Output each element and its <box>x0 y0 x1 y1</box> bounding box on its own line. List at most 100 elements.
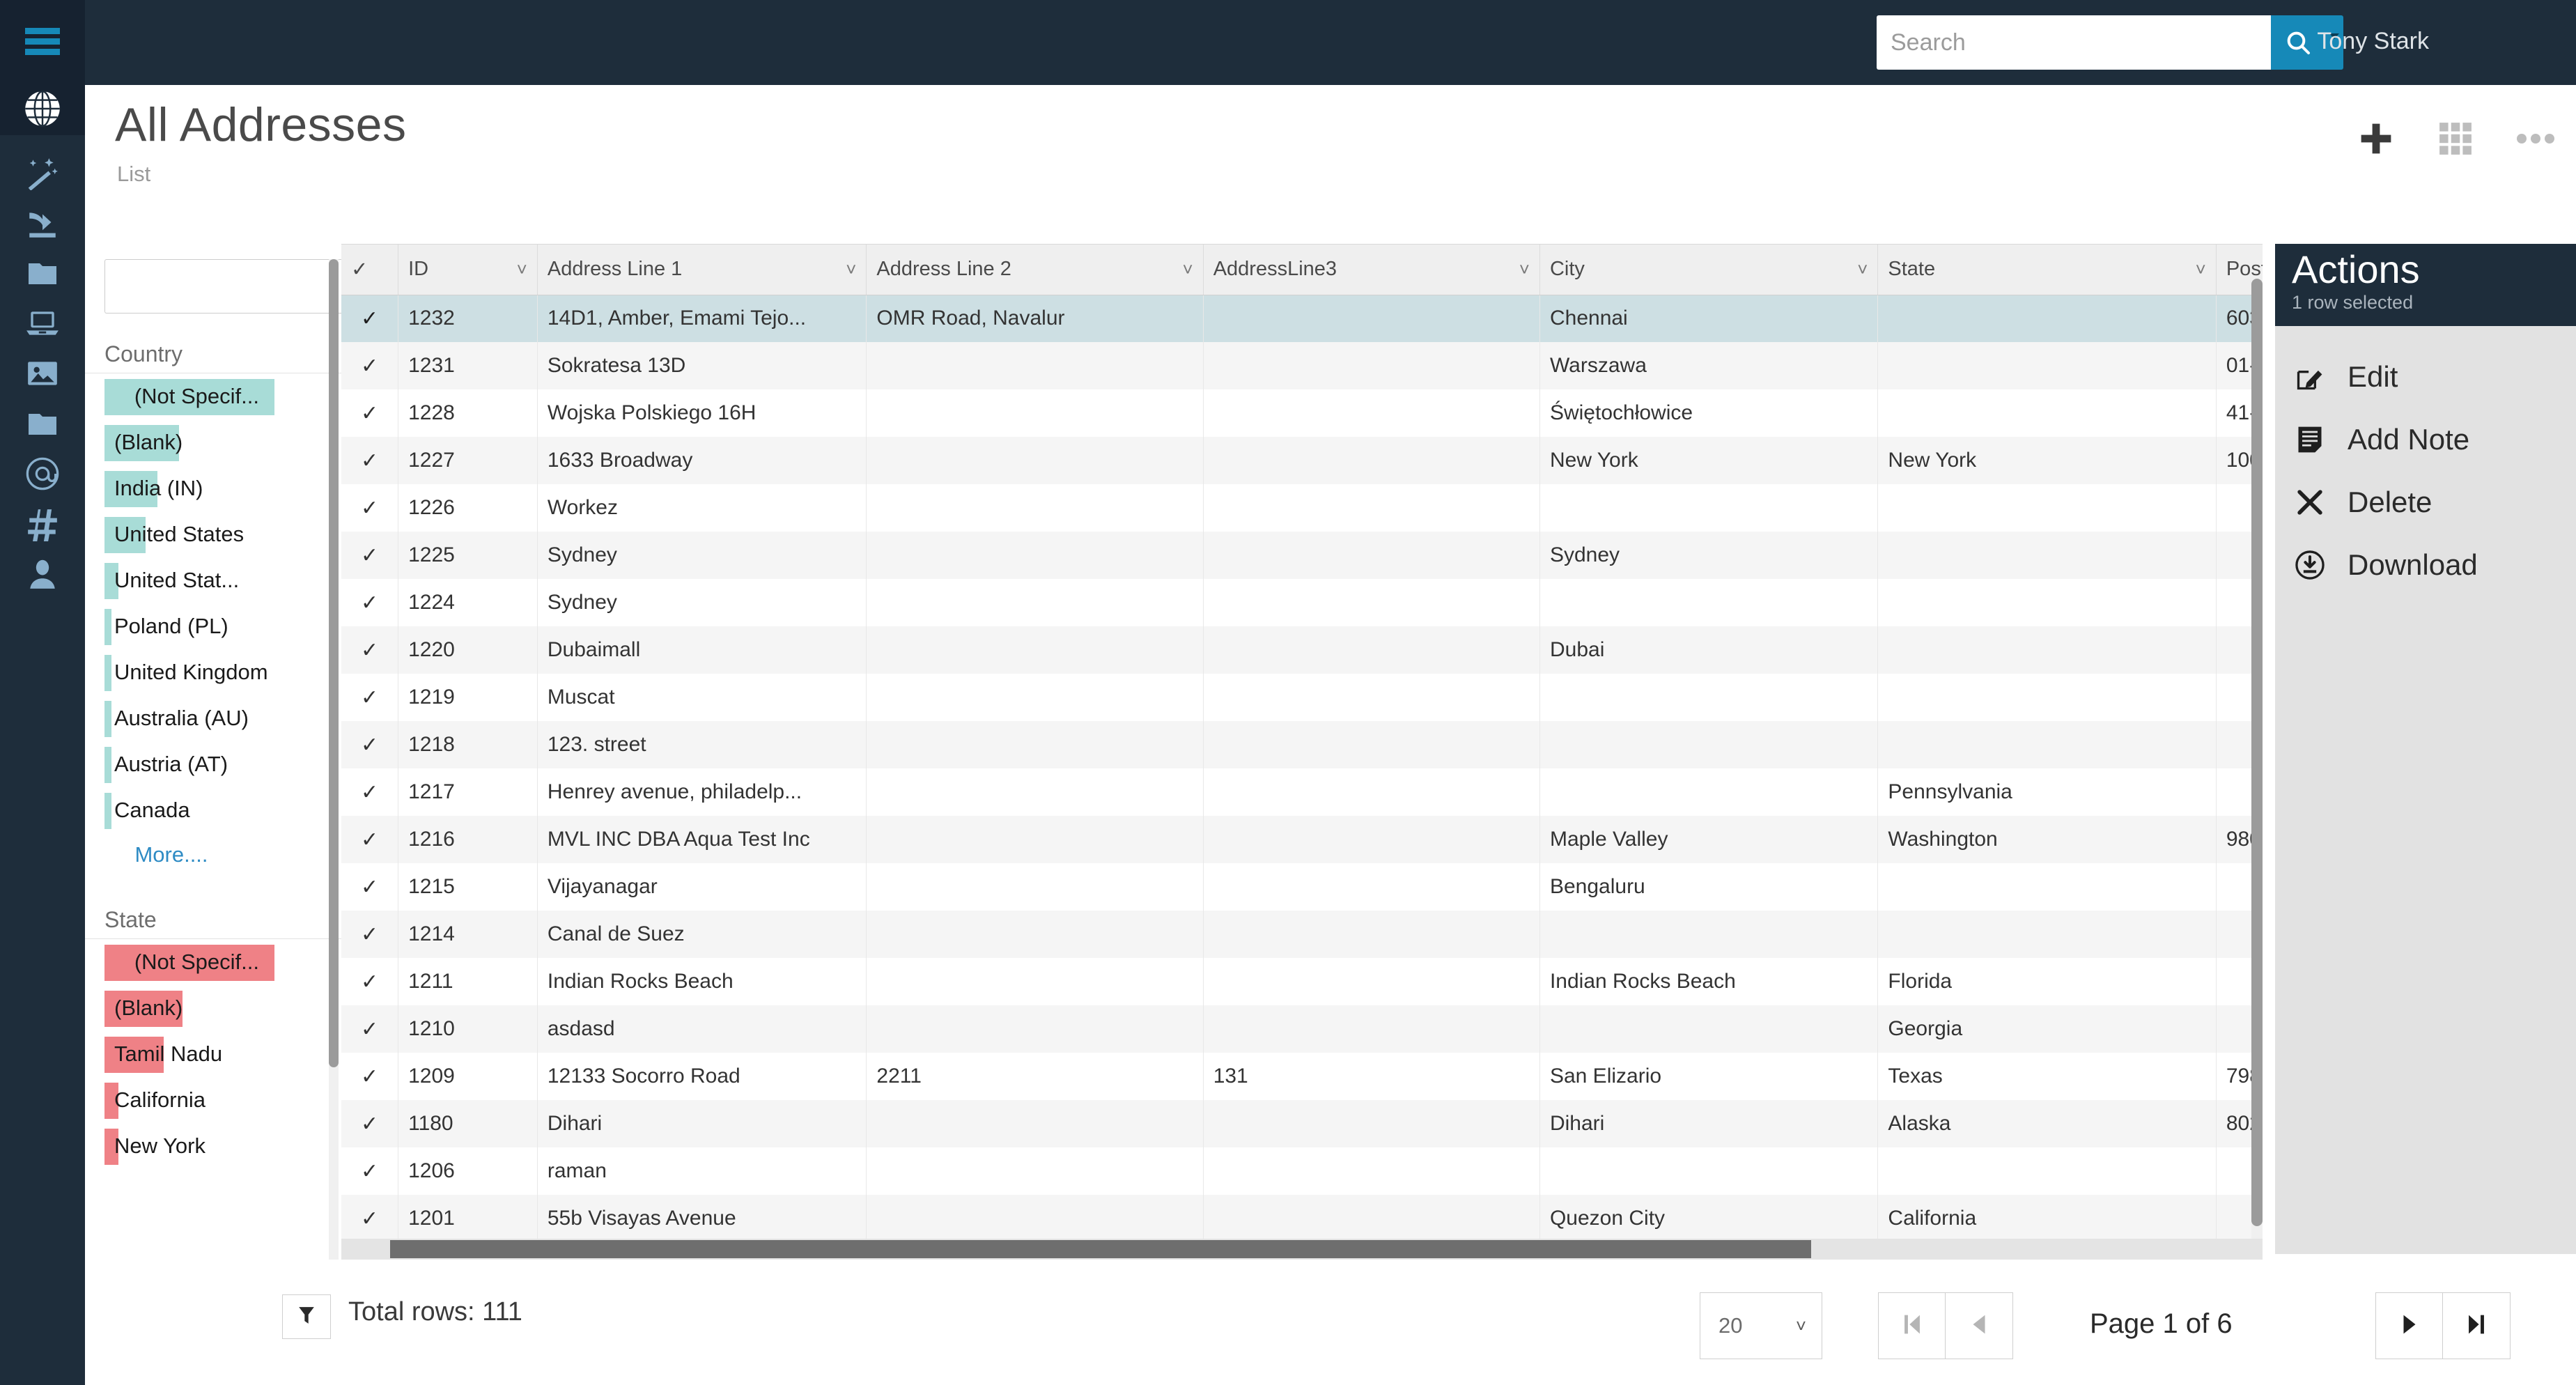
chevron-down-icon[interactable]: ˅ <box>1519 258 1530 280</box>
row-checkbox[interactable]: ✓ <box>341 863 399 911</box>
table-row[interactable]: ✓ 1211 Indian Rocks Beach Indian Rocks Beac… <box>341 958 2263 1005</box>
chevron-down-icon[interactable]: ˅ <box>1857 258 1868 280</box>
row-checkbox[interactable]: ✓ <box>341 295 399 342</box>
chevron-down-icon[interactable]: ˅ <box>1183 258 1193 280</box>
more-options-button[interactable] <box>2516 132 2555 149</box>
row-checkbox[interactable]: ✓ <box>341 911 399 958</box>
column-header-city[interactable]: City ˅ <box>1539 245 1879 295</box>
row-checkbox[interactable]: ✓ <box>341 1005 399 1053</box>
facet-item[interactable]: India (IN) <box>85 465 341 511</box>
cell-address1[interactable]: Wojska Polskiego 16H <box>537 389 867 437</box>
facet-item[interactable]: California <box>85 1077 341 1123</box>
cell-address1[interactable]: Indian Rocks Beach <box>537 958 867 1005</box>
facet-search-input[interactable] <box>104 259 341 314</box>
table-row[interactable]: ✓1180DihariDihariAlaska802158 <box>341 1100 2263 1147</box>
chevron-down-icon[interactable]: ˅ <box>2196 258 2206 280</box>
cell-address1[interactable]: Muscat <box>537 674 867 721</box>
table-row[interactable]: ✓1231Sokratesa 13DWarszawa01-909 <box>341 342 2263 389</box>
grid-vertical-scroll-thumb[interactable] <box>2251 279 2263 1226</box>
table-row[interactable]: ✓ 1217 Henrey avenue, philadelp... Pennsylv… <box>341 768 2263 816</box>
row-checkbox[interactable]: ✓ <box>341 1053 399 1100</box>
cell-address1[interactable]: Vijayanagar <box>537 863 867 911</box>
table-row[interactable]: ✓ 1206 raman <box>341 1147 2263 1195</box>
row-checkbox[interactable]: ✓ <box>341 1147 399 1195</box>
row-checkbox[interactable]: ✓ <box>341 626 399 674</box>
sidebar-item-laptop[interactable] <box>0 300 85 350</box>
row-checkbox[interactable]: ✓ <box>341 1100 399 1147</box>
facet-item[interactable]: New York <box>85 1123 341 1169</box>
cell-address1[interactable]: Dubaimall <box>537 626 867 674</box>
cell-address1[interactable]: raman <box>537 1147 867 1195</box>
table-row[interactable]: ✓ 1232 14D1, Amber, Emami Tejo... OMR Road,… <box>341 295 2263 342</box>
facet-item[interactable]: Australia (AU) <box>85 695 341 741</box>
table-row[interactable]: ✓ 1210 asdasd Georgia <box>341 1005 2263 1053</box>
cell-address1[interactable]: Sydney <box>537 579 867 626</box>
grid-horizontal-scrollbar[interactable] <box>341 1239 2263 1260</box>
cell-address1[interactable]: Sydney <box>537 532 867 579</box>
column-header-id[interactable]: ID ˅ <box>398 245 538 295</box>
table-row[interactable]: ✓12271633 BroadwayNew YorkNew York10019 <box>341 437 2263 484</box>
cell-address1[interactable]: MVL INC DBA Aqua Test Inc <box>537 816 867 863</box>
row-checkbox[interactable]: ✓ <box>341 816 399 863</box>
table-row[interactable]: ✓ 1201 55b Visayas Avenue Quezon City Califo… <box>341 1195 2263 1242</box>
cell-address1[interactable]: Workez <box>537 484 867 532</box>
row-checkbox[interactable]: ✓ <box>341 389 399 437</box>
table-row[interactable]: ✓ 1216 MVL INC DBA Aqua Test Inc Maple Vall… <box>341 816 2263 863</box>
table-row[interactable]: ✓ 1225 Sydney Sydney <box>341 532 2263 579</box>
cell-address1[interactable]: 123. street <box>537 721 867 768</box>
facet-item[interactable]: Poland (PL) <box>85 603 341 649</box>
cell-address1[interactable]: 12133 Socorro Road <box>537 1053 867 1100</box>
sidebar-item-folder[interactable] <box>0 249 85 300</box>
sidebar-item-import[interactable] <box>0 199 85 249</box>
column-header-address3[interactable]: AddressLine3 ˅ <box>1203 245 1540 295</box>
sidebar-item-globe[interactable] <box>0 85 85 135</box>
column-header-state[interactable]: State ˅ <box>1877 245 2217 295</box>
row-checkbox[interactable]: ✓ <box>341 532 399 579</box>
facet-item[interactable]: Austria (AT) <box>85 741 341 787</box>
action-download[interactable]: Download <box>2275 534 2576 596</box>
action-delete[interactable]: Delete <box>2275 471 2576 534</box>
column-header-address2[interactable]: Address Line 2 ˅ <box>866 245 1204 295</box>
cell-address1[interactable]: 55b Visayas Avenue <box>537 1195 867 1242</box>
table-row[interactable]: ✓ 1226 Workez <box>341 484 2263 532</box>
sidebar-item-magic-wand[interactable] <box>0 149 85 199</box>
action-edit[interactable]: Edit <box>2275 346 2576 408</box>
facet-item[interactable]: Canada <box>85 787 341 833</box>
column-header-address1[interactable]: Address Line 1 ˅ <box>537 245 867 295</box>
row-checkbox[interactable]: ✓ <box>341 484 399 532</box>
table-row[interactable]: ✓ 1220 Dubaimall Dubai <box>341 626 2263 674</box>
add-button[interactable] <box>2357 120 2395 161</box>
facet-item[interactable]: United Kingdom <box>85 649 341 695</box>
cell-address1[interactable]: 1633 Broadway <box>537 437 867 484</box>
cell-address1[interactable]: Sokratesa 13D <box>537 342 867 389</box>
cell-address1[interactable]: Dihari <box>537 1100 867 1147</box>
sidebar-item-folder-solid[interactable] <box>0 400 85 450</box>
sidebar-item-image[interactable] <box>0 350 85 400</box>
row-checkbox[interactable]: ✓ <box>341 579 399 626</box>
facet-item[interactable]: (Blank) <box>85 985 341 1031</box>
row-checkbox[interactable]: ✓ <box>341 768 399 816</box>
facet-scrollbar[interactable] <box>329 259 339 1332</box>
facet-item[interactable]: (Not Specif... <box>85 373 341 419</box>
chevron-down-icon[interactable]: ˅ <box>517 258 527 280</box>
user-menu[interactable]: Tony Stark <box>2317 28 2429 55</box>
facet-item[interactable]: United States <box>85 511 341 557</box>
facet-scroll-thumb[interactable] <box>329 259 339 1067</box>
table-row[interactable]: ✓ 1219 Muscat <box>341 674 2263 721</box>
cell-address1[interactable]: Canal de Suez <box>537 911 867 958</box>
prev-page-button[interactable] <box>1946 1293 2012 1359</box>
facet-item[interactable]: Tamil Nadu <box>85 1031 341 1077</box>
filter-button[interactable] <box>282 1294 331 1339</box>
facet-item[interactable]: (Blank) <box>85 419 341 465</box>
search-input[interactable] <box>1877 15 2271 70</box>
row-checkbox[interactable]: ✓ <box>341 342 399 389</box>
menu-toggle-button[interactable] <box>0 0 85 85</box>
select-all-checkbox[interactable]: ✓ <box>341 245 399 295</box>
page-size-select[interactable]: 20 ˅ <box>1700 1292 1822 1359</box>
table-row[interactable]: ✓ 1228 Wojska Polskiego 16H Świętochłowice 4… <box>341 389 2263 437</box>
sidebar-item-user[interactable] <box>0 550 85 601</box>
table-row[interactable]: ✓ 1224 Sydney <box>341 579 2263 626</box>
grid-horizontal-scroll-thumb[interactable] <box>390 1240 1811 1258</box>
chevron-down-icon[interactable]: ˅ <box>846 258 856 280</box>
row-checkbox[interactable]: ✓ <box>341 1195 399 1242</box>
